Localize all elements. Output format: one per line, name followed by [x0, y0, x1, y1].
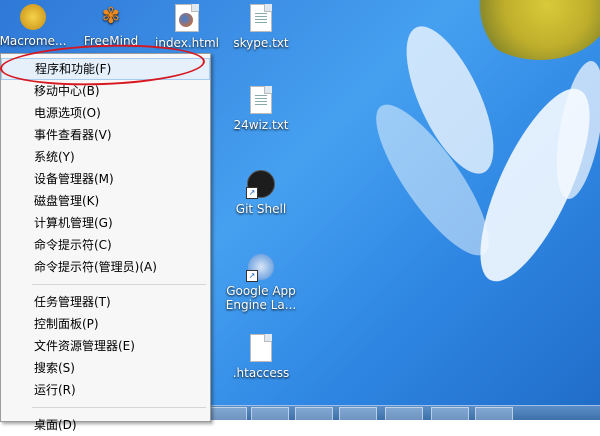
menu-item-run[interactable]: 运行(R) [1, 379, 210, 401]
menu-item-power-options[interactable]: 电源选项(O) [1, 102, 210, 124]
daisy-flower-center [470, 0, 600, 60]
desktop-icon-24wiz-txt[interactable]: 24wiz.txt [216, 86, 306, 132]
menu-separator [32, 284, 206, 285]
desktop-icon-google-app-engine[interactable]: ↗ Google App Engine La... [216, 254, 306, 312]
menu-item-file-explorer[interactable]: 文件资源管理器(E) [1, 335, 210, 357]
taskbar-button[interactable] [339, 407, 377, 420]
freemind-butterfly-icon: ✾ [101, 4, 121, 29]
firefox-html-file-icon [175, 4, 199, 32]
taskbar-button[interactable] [385, 407, 423, 420]
menu-item-desktop[interactable]: 桌面(D) [1, 414, 210, 436]
desktop-icon-label: .htaccess [232, 366, 290, 380]
menu-item-event-viewer[interactable]: 事件查看器(V) [1, 124, 210, 146]
taskbar-button[interactable] [209, 407, 247, 420]
taskbar-button[interactable] [295, 407, 333, 420]
git-shell-shortcut-icon: ↗ [246, 170, 275, 199]
menu-item-search[interactable]: 搜索(S) [1, 357, 210, 379]
taskbar-button[interactable] [475, 407, 513, 420]
winx-context-menu: 程序和功能(F) 移动中心(B) 电源选项(O) 事件查看器(V) 系统(Y) … [0, 53, 211, 432]
menu-item-command-prompt[interactable]: 命令提示符(C) [1, 234, 210, 256]
menu-separator [32, 407, 206, 408]
google-app-engine-shortcut-icon: ↗ [246, 254, 274, 282]
text-file-icon [250, 4, 272, 32]
text-file-icon [250, 86, 272, 114]
menu-item-computer-management[interactable]: 计算机管理(G) [1, 212, 210, 234]
desktop-icon-git-shell[interactable]: ↗ Git Shell [216, 170, 306, 216]
menu-item-device-manager[interactable]: 设备管理器(M) [1, 168, 210, 190]
menu-item-task-manager[interactable]: 任务管理器(T) [1, 291, 210, 313]
desktop-icon-htaccess[interactable]: .htaccess [216, 334, 306, 380]
menu-item-control-panel[interactable]: 控制面板(P) [1, 313, 210, 335]
menu-item-disk-management[interactable]: 磁盘管理(K) [1, 190, 210, 212]
taskbar-button[interactable] [251, 407, 289, 420]
desktop-icon-label: Git Shell [235, 202, 287, 216]
desktop-icon-label: 24wiz.txt [233, 118, 289, 132]
taskbar [209, 405, 600, 420]
macromedia-shortcut-icon [20, 4, 46, 30]
desktop-icon-label: skype.txt [233, 36, 289, 50]
menu-item-system[interactable]: 系统(Y) [1, 146, 210, 168]
desktop-icon-skype-txt[interactable]: skype.txt [216, 4, 306, 50]
desktop-icon-label: Macrome... [0, 34, 67, 48]
menu-item-command-prompt-admin[interactable]: 命令提示符(管理员)(A) [1, 256, 210, 278]
desktop-icon-label: Google App Engine La... [225, 284, 297, 312]
taskbar-button[interactable] [431, 407, 469, 420]
blank-file-icon [250, 334, 272, 362]
